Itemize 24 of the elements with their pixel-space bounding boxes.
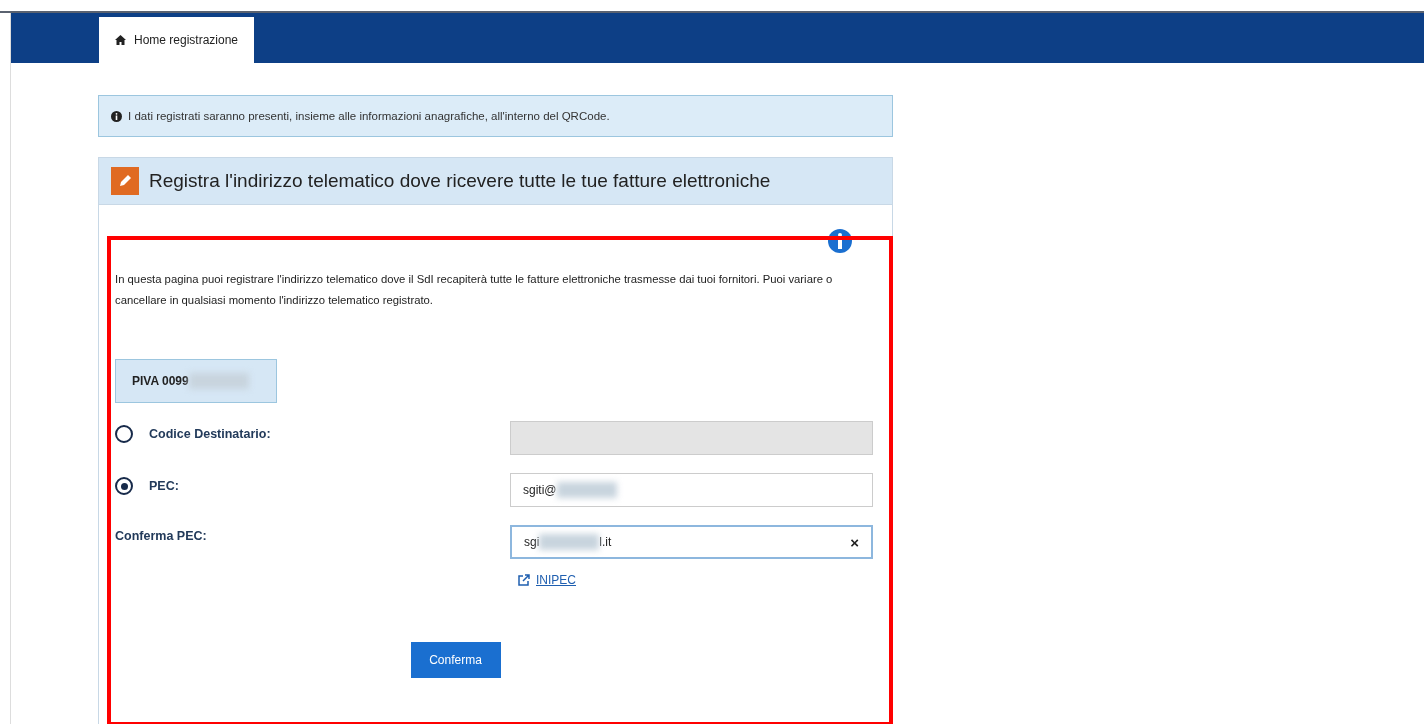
radio-button[interactable] (115, 477, 133, 495)
external-link-icon (518, 574, 530, 586)
input-field[interactable]: sgi l.it × (510, 525, 873, 559)
clear-button[interactable]: × (850, 533, 859, 551)
description-text: In questa pagina puoi registrare l'indirizzo telematico dove il SdI recapiterà tutte le fatture elettroniche trasmesse dai tuoi fornitori. Puoi variare o cancellare in qualsiasi momento l'indirizzo telematico registrato. (115, 272, 834, 308)
info-icon[interactable] (828, 229, 852, 253)
field-label: Conferma PEC: (115, 529, 207, 543)
inipec-link[interactable]: INIPEC (518, 573, 576, 587)
blurred-text (556, 482, 617, 498)
panel-title: Registra l'indirizzo telematico dove ricevere tutte le tue fatture elettroniche (149, 170, 771, 192)
option-label: PEC: (149, 479, 179, 493)
blurred-text (539, 534, 600, 550)
info-icon (111, 110, 122, 122)
alert-text: I dati registrati saranno presenti, insieme alle informazioni anagrafiche, all'interno del QRCode. (128, 110, 610, 122)
field-text: l.it (599, 535, 612, 549)
home-icon (115, 35, 126, 45)
nav-tab[interactable]: Home registrazione (99, 17, 255, 63)
option-label: Codice Destinatario: (149, 427, 271, 441)
field-text: sgi (524, 535, 540, 549)
pencil-icon (111, 167, 139, 195)
confirm-button[interactable]: Conferma (410, 642, 501, 678)
vat-text: PIVA 0099 (132, 374, 189, 388)
input-field[interactable]: sgiti@ (510, 473, 873, 507)
field-text: sgiti@ (523, 483, 557, 497)
